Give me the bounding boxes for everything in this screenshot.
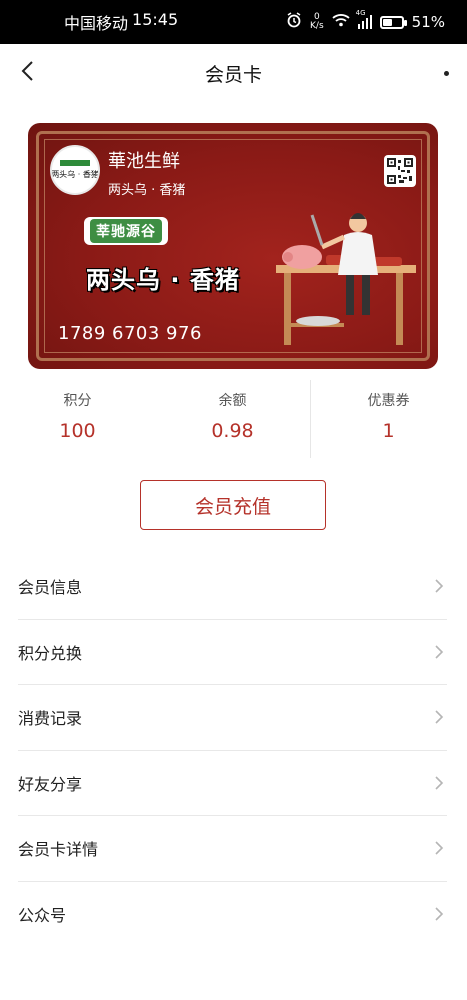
back-arrow-icon: [20, 60, 34, 86]
more-button[interactable]: [419, 58, 449, 88]
balance-label: 余额: [218, 393, 247, 409]
points-label: 积分: [63, 393, 92, 409]
chevron-right-icon: [431, 840, 447, 856]
wifi-icon: [332, 13, 350, 31]
menu-item-label: 会员卡详情: [18, 840, 99, 860]
account-stats: 积分 100 余额 0.98 优惠券 1: [0, 380, 467, 458]
menu-item-member-info[interactable]: 会员信息: [18, 554, 447, 620]
shop-logo: 两头乌 · 香猪: [50, 145, 100, 195]
menu-item-purchase-history[interactable]: 消费记录: [18, 685, 447, 751]
menu-item-label: 消费记录: [18, 709, 83, 729]
points-value: 100: [59, 420, 96, 442]
shop-name: 華池生鲜: [108, 151, 180, 172]
recharge-button[interactable]: 会员充值: [140, 480, 326, 530]
qr-code-icon[interactable]: [384, 155, 416, 187]
status-bar: 中国移动 15:45 0 K/s 4G 51%: [0, 0, 467, 44]
points-stat[interactable]: 积分 100: [0, 380, 155, 458]
signal-icon: 4G: [356, 9, 372, 29]
member-card[interactable]: 两头乌 · 香猪 華池生鲜 两头乌 · 香猪 莘驰源谷 两头乌 · 香猪 178…: [28, 123, 438, 369]
chevron-right-icon: [431, 578, 447, 594]
more-icon: [444, 70, 449, 76]
menu-item-official-account[interactable]: 公众号: [18, 882, 447, 948]
balance-value: 0.98: [211, 420, 254, 442]
brand-badge: 莘驰源谷: [84, 217, 168, 245]
chevron-right-icon: [431, 775, 447, 791]
menu-item-points-exchange[interactable]: 积分兑换: [18, 620, 447, 685]
butcher-illustration: [276, 213, 416, 345]
battery-percent: 51%: [411, 13, 445, 31]
shop-subtitle: 两头乌 · 香猪: [108, 183, 186, 198]
menu-item-label: 公众号: [18, 906, 67, 926]
menu-item-share-friends[interactable]: 好友分享: [18, 751, 447, 816]
alarm-icon: [286, 12, 302, 32]
product-title: 两头乌 · 香猪: [86, 266, 240, 294]
menu-item-card-details[interactable]: 会员卡详情: [18, 816, 447, 882]
menu-item-label: 好友分享: [18, 774, 83, 794]
coupons-value: 1: [382, 420, 395, 442]
menu-item-label: 积分兑换: [18, 643, 83, 663]
page-title: 会员卡: [204, 63, 262, 86]
chevron-right-icon: [431, 709, 447, 725]
coupons-label: 优惠券: [367, 393, 410, 409]
card-number: 1789 6703 976: [58, 323, 202, 344]
net-speed: 0 K/s: [310, 12, 324, 31]
menu-item-label: 会员信息: [18, 578, 83, 598]
nav-bar: 会员卡: [0, 44, 467, 102]
battery-icon: [379, 15, 407, 29]
coupons-stat[interactable]: 优惠券 1: [311, 380, 466, 458]
back-button[interactable]: [12, 58, 42, 88]
menu-list: 会员信息 积分兑换 消费记录 好友分享 会员卡详情 公众号: [18, 554, 447, 947]
chevron-right-icon: [431, 906, 447, 922]
carrier-name: 中国移动: [64, 14, 129, 33]
balance-stat[interactable]: 余额 0.98: [155, 380, 310, 458]
chevron-right-icon: [431, 644, 447, 660]
status-time: 15:45: [132, 10, 179, 29]
